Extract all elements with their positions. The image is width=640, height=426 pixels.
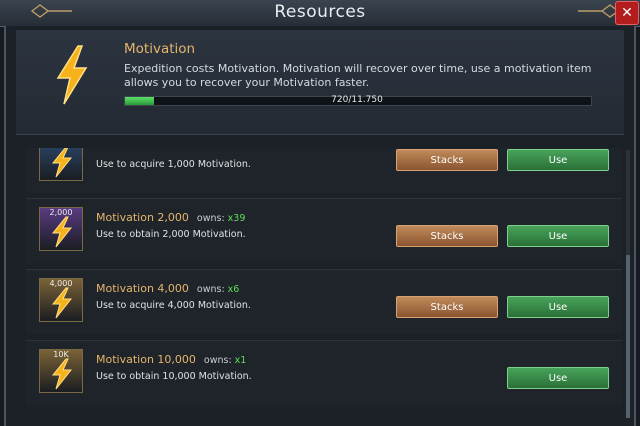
lightning-bolt-icon (49, 287, 75, 319)
lightning-bolt-icon (49, 358, 75, 390)
lightning-bolt-icon (52, 44, 92, 106)
close-button[interactable]: ✕ (615, 1, 639, 25)
item-description: Use to acquire 4,000 Motivation. (96, 300, 251, 311)
list-item: Use to acquire 1,000 Motivation. Stacks … (26, 148, 622, 193)
list-item: 10K Motivation 10,000 owns: x1 Use to obta… (26, 340, 622, 405)
window-title: Resources (274, 2, 366, 22)
ornament-icon (578, 4, 620, 18)
use-button[interactable]: Use (507, 149, 609, 171)
item-description: Use to obtain 10,000 Motivation. (96, 371, 252, 382)
header-title: Motivation (124, 41, 196, 57)
use-button[interactable]: Use (507, 225, 609, 247)
lightning-bolt-icon (49, 148, 75, 178)
item-icon: 4,000 (39, 278, 83, 322)
item-name: Motivation 2,000 owns: x39 (96, 211, 246, 224)
item-icon: 10K (39, 349, 83, 393)
lightning-bolt-icon (49, 216, 75, 248)
item-list: Use to acquire 1,000 Motivation. Stacks … (26, 148, 624, 418)
use-button[interactable]: Use (507, 296, 609, 318)
use-button[interactable]: Use (507, 367, 609, 389)
scrollbar-thumb[interactable] (626, 255, 630, 418)
progress-text: 720/11.750 (331, 95, 383, 105)
stacks-button[interactable]: Stacks (396, 296, 498, 318)
list-item: 4,000 Motivation 4,000 owns: x6 Use to acq… (26, 269, 622, 334)
item-icon (39, 148, 83, 181)
item-name: Motivation 4,000 owns: x6 (96, 282, 240, 295)
title-bar: Resources ✕ (0, 0, 640, 27)
header-description: Expedition costs Motivation. Motivation … (124, 62, 592, 89)
item-icon: 2,000 (39, 207, 83, 251)
item-name: Motivation 10,000 owns: x1 (96, 353, 247, 366)
item-description: Use to obtain 2,000 Motivation. (96, 229, 246, 240)
item-description: Use to acquire 1,000 Motivation. (96, 159, 251, 170)
stacks-button[interactable]: Stacks (396, 225, 498, 247)
stacks-button[interactable]: Stacks (396, 149, 498, 171)
list-item: 2,000 Motivation 2,000 owns: x39 Use to ob… (26, 198, 622, 263)
